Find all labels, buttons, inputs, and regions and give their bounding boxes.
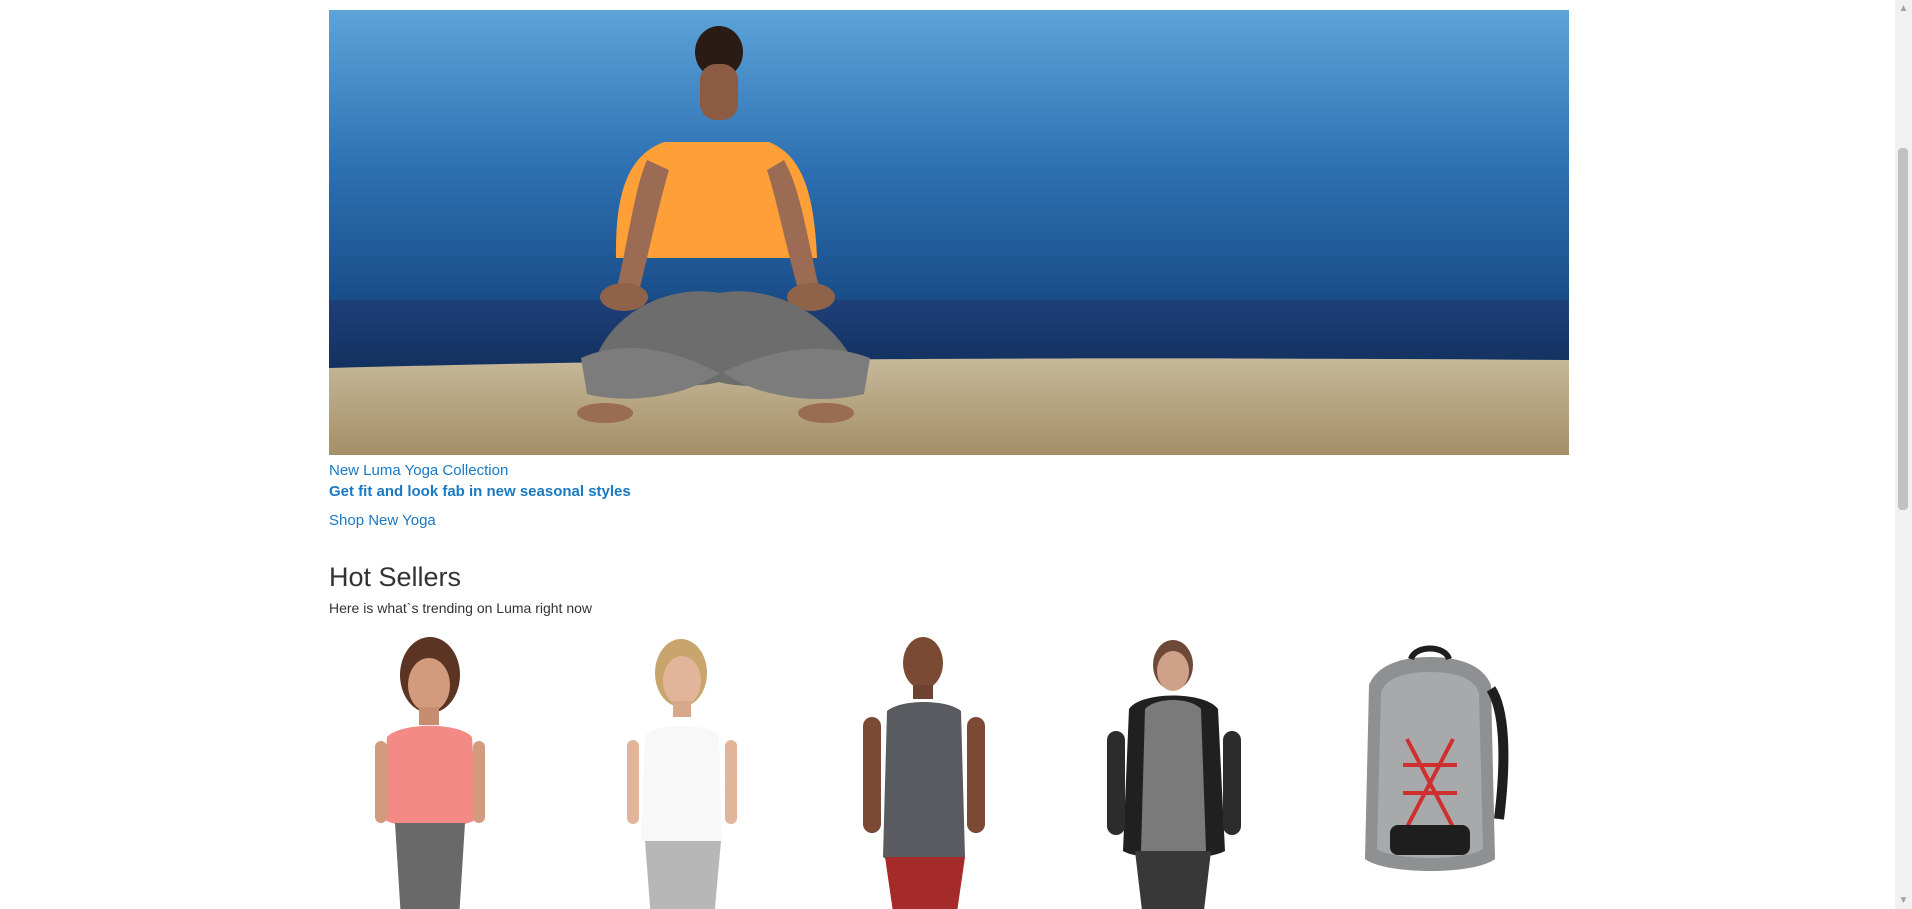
product-grid (329, 637, 1569, 909)
scroll-thumb[interactable] (1898, 148, 1908, 510)
hero-text: New Luma Yoga Collection Get fit and loo… (329, 461, 1569, 531)
vertical-scrollbar[interactable]: ▲ ▼ (1895, 0, 1912, 909)
scroll-down-arrow-icon[interactable]: ▼ (1895, 892, 1912, 909)
hot-sellers-description: Here is what`s trending on Luma right no… (329, 600, 593, 616)
product-card-5[interactable] (1329, 637, 1531, 909)
main-content: New Luma Yoga Collection Get fit and loo… (329, 10, 1569, 909)
scroll-up-arrow-icon[interactable]: ▲ (1895, 0, 1912, 17)
hero-title-link[interactable]: New Luma Yoga Collection (329, 461, 1569, 481)
product-card-4[interactable] (1073, 637, 1275, 909)
hot-sellers-section: Hot Sellers Here is what`s trending on L… (329, 560, 1569, 618)
hero-banner-image[interactable] (329, 10, 1569, 455)
page: New Luma Yoga Collection Get fit and loo… (0, 0, 1912, 909)
shop-new-yoga-link[interactable]: Shop New Yoga (329, 511, 1569, 531)
product-card-3[interactable] (823, 637, 1025, 909)
hero-subtitle: Get fit and look fab in new seasonal sty… (329, 483, 631, 500)
hot-sellers-heading: Hot Sellers (329, 562, 462, 592)
product-card-2[interactable] (581, 637, 783, 909)
product-card-1[interactable] (329, 637, 531, 909)
